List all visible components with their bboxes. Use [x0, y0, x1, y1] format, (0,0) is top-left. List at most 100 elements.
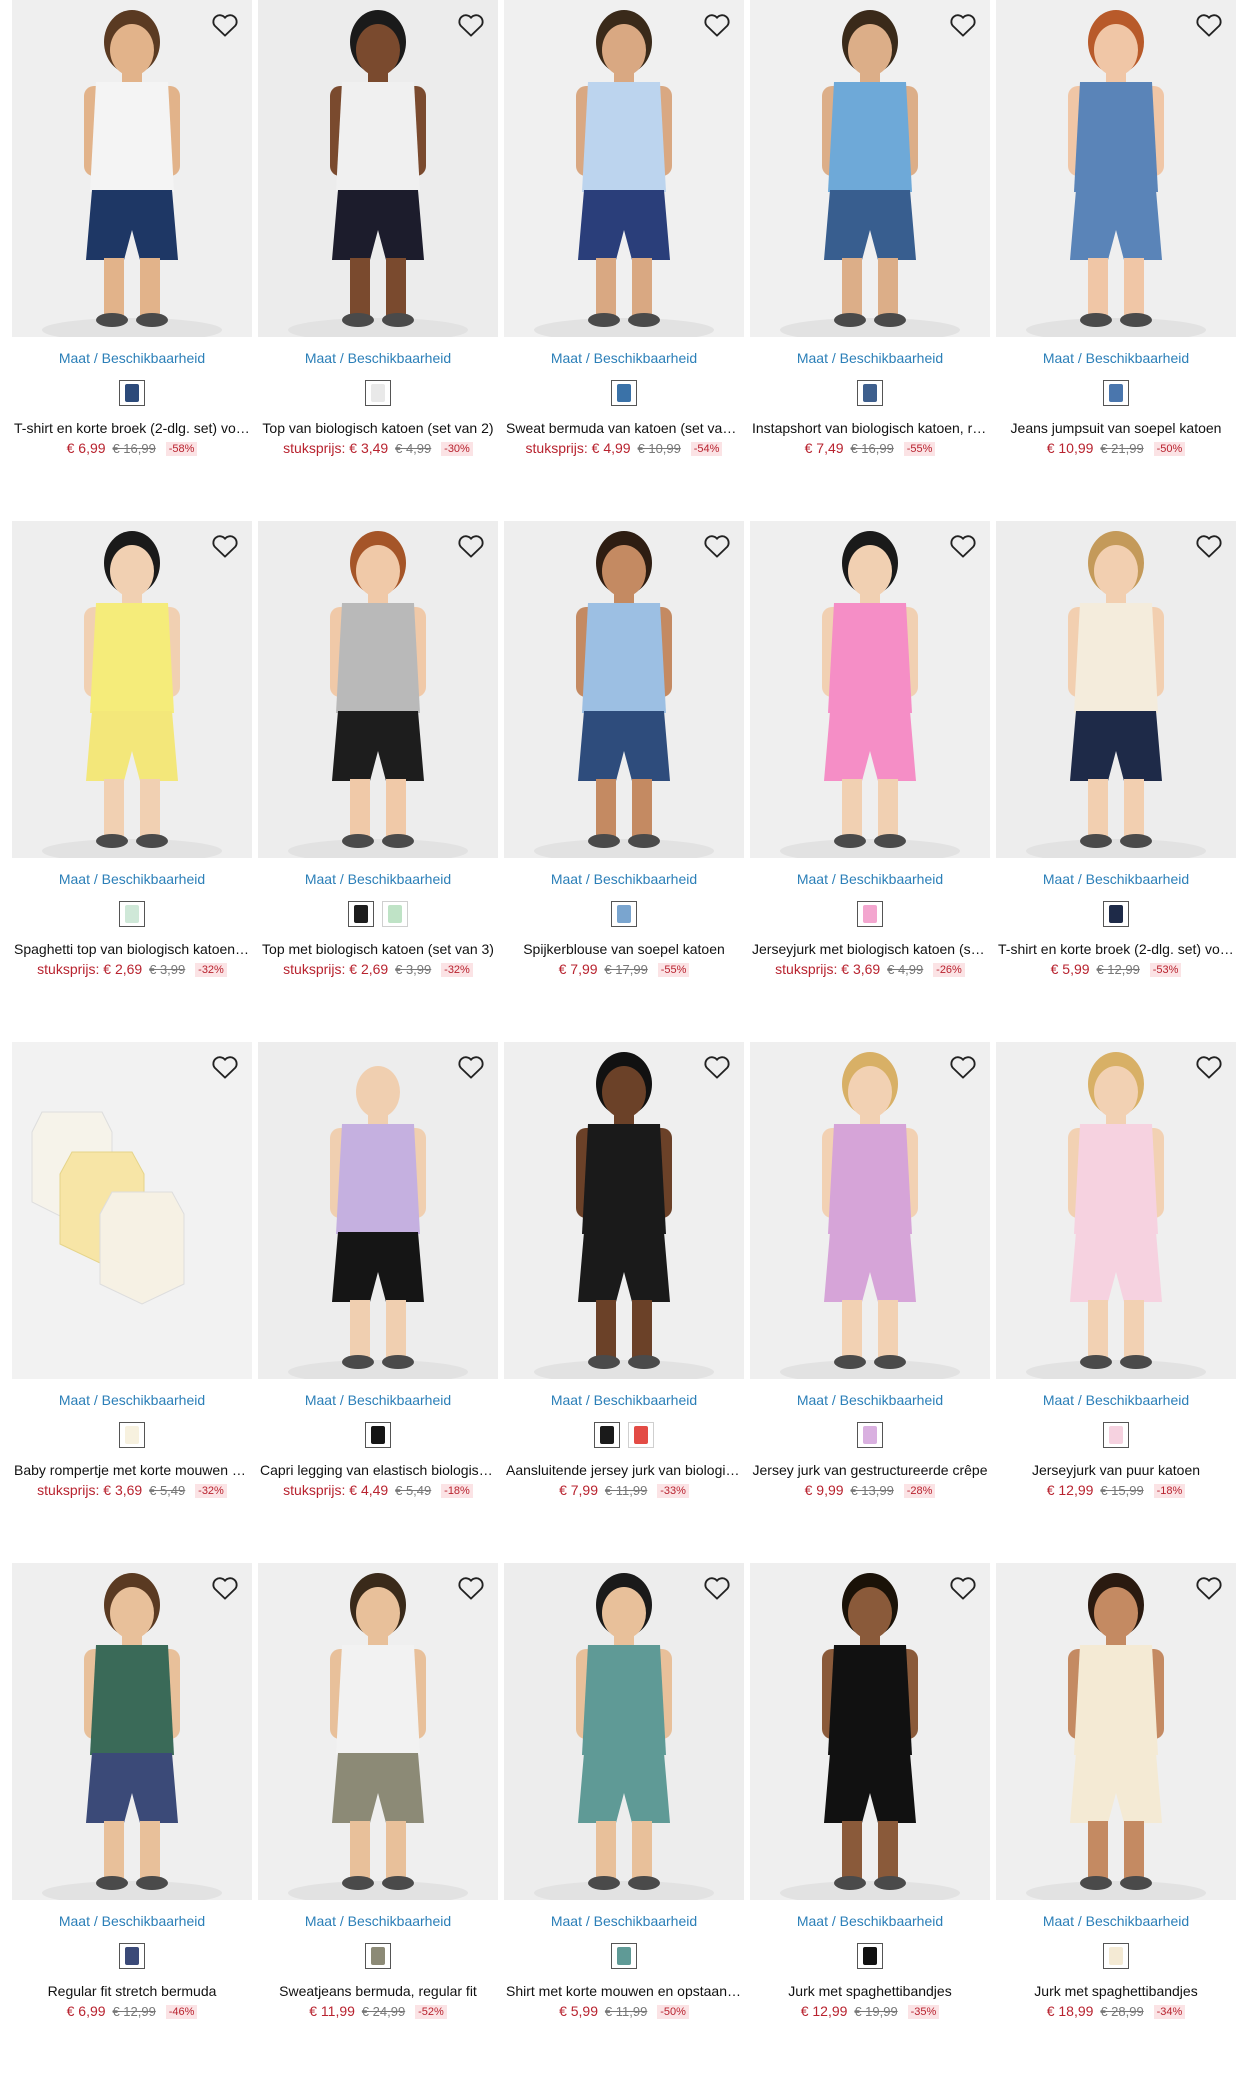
product-card[interactable]: Maat / Beschikbaarheid Shirt met korte m… — [504, 1563, 744, 2084]
product-title[interactable]: Jerseyjurk van puur katoen — [996, 1462, 1236, 1478]
size-availability-link[interactable]: Maat / Beschikbaarheid — [504, 1392, 744, 1408]
product-image[interactable] — [996, 0, 1236, 337]
size-availability-link[interactable]: Maat / Beschikbaarheid — [504, 350, 744, 366]
product-image[interactable] — [258, 521, 498, 858]
heart-icon[interactable] — [702, 10, 732, 40]
product-title[interactable]: Sweat bermuda van katoen (set van 2) — [504, 420, 744, 436]
product-card[interactable]: Maat / Beschikbaarheid Baby rompertje me… — [12, 1042, 252, 1563]
color-swatch[interactable] — [594, 1422, 620, 1448]
heart-icon[interactable] — [1194, 10, 1224, 40]
product-title[interactable]: Jersey jurk van gestructureerde crêpe — [750, 1462, 990, 1478]
size-availability-link[interactable]: Maat / Beschikbaarheid — [996, 1392, 1236, 1408]
color-swatch[interactable] — [611, 380, 637, 406]
product-title[interactable]: T-shirt en korte broek (2-dlg. set) voor… — [996, 941, 1236, 957]
color-swatch[interactable] — [611, 1943, 637, 1969]
heart-icon[interactable] — [702, 1573, 732, 1603]
product-title[interactable]: Sweatjeans bermuda, regular fit — [258, 1983, 498, 1999]
product-card[interactable]: Maat / Beschikbaarheid Regular fit stret… — [12, 1563, 252, 2084]
color-swatch[interactable] — [857, 901, 883, 927]
heart-icon[interactable] — [1194, 1573, 1224, 1603]
product-title[interactable]: Baby rompertje met korte mouwen (set van… — [12, 1462, 252, 1478]
product-title[interactable]: Top met biologisch katoen (set van 3) — [258, 941, 498, 957]
product-title[interactable]: Aansluitende jersey jurk van biologisch … — [504, 1462, 744, 1478]
product-image[interactable] — [504, 521, 744, 858]
color-swatch[interactable] — [628, 1422, 654, 1448]
product-card[interactable]: Maat / Beschikbaarheid Jurk met spaghett… — [750, 1563, 990, 2084]
heart-icon[interactable] — [948, 1052, 978, 1082]
product-card[interactable]: Maat / Beschikbaarheid Instapshort van b… — [750, 0, 990, 521]
color-swatch[interactable] — [857, 1422, 883, 1448]
product-card[interactable]: Maat / Beschikbaarheid T-shirt en korte … — [996, 521, 1236, 1042]
product-image[interactable] — [996, 1563, 1236, 1900]
product-title[interactable]: T-shirt en korte broek (2-dlg. set) voor… — [12, 420, 252, 436]
heart-icon[interactable] — [702, 1052, 732, 1082]
color-swatch[interactable] — [857, 1943, 883, 1969]
product-image[interactable] — [12, 0, 252, 337]
product-card[interactable]: Maat / Beschikbaarheid Jerseyjurk met bi… — [750, 521, 990, 1042]
size-availability-link[interactable]: Maat / Beschikbaarheid — [258, 1392, 498, 1408]
heart-icon[interactable] — [456, 531, 486, 561]
product-card[interactable]: Maat / Beschikbaarheid Jerseyjurk van pu… — [996, 1042, 1236, 1563]
product-card[interactable]: Maat / Beschikbaarheid Top met biologisc… — [258, 521, 498, 1042]
heart-icon[interactable] — [210, 1573, 240, 1603]
heart-icon[interactable] — [1194, 531, 1224, 561]
product-card[interactable]: Maat / Beschikbaarheid Jersey jurk van g… — [750, 1042, 990, 1563]
product-image[interactable] — [504, 1563, 744, 1900]
product-image[interactable] — [12, 521, 252, 858]
product-image[interactable] — [504, 0, 744, 337]
size-availability-link[interactable]: Maat / Beschikbaarheid — [504, 871, 744, 887]
size-availability-link[interactable]: Maat / Beschikbaarheid — [12, 871, 252, 887]
color-swatch[interactable] — [119, 1422, 145, 1448]
size-availability-link[interactable]: Maat / Beschikbaarheid — [750, 871, 990, 887]
product-title[interactable]: Jurk met spaghettibandjes — [996, 1983, 1236, 1999]
product-image[interactable] — [504, 1042, 744, 1379]
color-swatch[interactable] — [348, 901, 374, 927]
color-swatch[interactable] — [119, 380, 145, 406]
size-availability-link[interactable]: Maat / Beschikbaarheid — [750, 350, 990, 366]
color-swatch[interactable] — [1103, 1422, 1129, 1448]
heart-icon[interactable] — [456, 1573, 486, 1603]
product-image[interactable] — [12, 1042, 252, 1379]
color-swatch[interactable] — [1103, 901, 1129, 927]
product-image[interactable] — [258, 1563, 498, 1900]
product-image[interactable] — [258, 1042, 498, 1379]
color-swatch[interactable] — [1103, 1943, 1129, 1969]
product-title[interactable]: Spijkerblouse van soepel katoen — [504, 941, 744, 957]
product-image[interactable] — [996, 1042, 1236, 1379]
product-card[interactable]: Maat / Beschikbaarheid Capri legging van… — [258, 1042, 498, 1563]
product-title[interactable]: Regular fit stretch bermuda — [12, 1983, 252, 1999]
heart-icon[interactable] — [702, 531, 732, 561]
product-card[interactable]: Maat / Beschikbaarheid Sweatjeans bermud… — [258, 1563, 498, 2084]
size-availability-link[interactable]: Maat / Beschikbaarheid — [12, 1913, 252, 1929]
size-availability-link[interactable]: Maat / Beschikbaarheid — [258, 871, 498, 887]
product-image[interactable] — [750, 521, 990, 858]
size-availability-link[interactable]: Maat / Beschikbaarheid — [258, 350, 498, 366]
color-swatch[interactable] — [365, 1422, 391, 1448]
product-title[interactable]: Spaghetti top van biologisch katoen (set… — [12, 941, 252, 957]
product-image[interactable] — [258, 0, 498, 337]
product-card[interactable]: Maat / Beschikbaarheid T-shirt en korte … — [12, 0, 252, 521]
product-card[interactable]: Maat / Beschikbaarheid Spaghetti top van… — [12, 521, 252, 1042]
color-swatch[interactable] — [119, 901, 145, 927]
size-availability-link[interactable]: Maat / Beschikbaarheid — [12, 350, 252, 366]
product-image[interactable] — [750, 0, 990, 337]
size-availability-link[interactable]: Maat / Beschikbaarheid — [504, 1913, 744, 1929]
heart-icon[interactable] — [456, 1052, 486, 1082]
product-title[interactable]: Instapshort van biologisch katoen, regul… — [750, 420, 990, 436]
product-title[interactable]: Jeans jumpsuit van soepel katoen — [996, 420, 1236, 436]
product-title[interactable]: Jurk met spaghettibandjes — [750, 1983, 990, 1999]
size-availability-link[interactable]: Maat / Beschikbaarheid — [996, 350, 1236, 366]
color-swatch[interactable] — [119, 1943, 145, 1969]
product-card[interactable]: Maat / Beschikbaarheid Jurk met spaghett… — [996, 1563, 1236, 2084]
product-card[interactable]: Maat / Beschikbaarheid Jeans jumpsuit va… — [996, 0, 1236, 521]
product-title[interactable]: Capri legging van elastisch biologisch k… — [258, 1462, 498, 1478]
heart-icon[interactable] — [948, 1573, 978, 1603]
product-card[interactable]: Maat / Beschikbaarheid Sweat bermuda van… — [504, 0, 744, 521]
product-image[interactable] — [996, 521, 1236, 858]
product-card[interactable]: Maat / Beschikbaarheid Aansluitende jers… — [504, 1042, 744, 1563]
product-title[interactable]: Top van biologisch katoen (set van 2) — [258, 420, 498, 436]
color-swatch[interactable] — [382, 901, 408, 927]
size-availability-link[interactable]: Maat / Beschikbaarheid — [750, 1913, 990, 1929]
color-swatch[interactable] — [1103, 380, 1129, 406]
heart-icon[interactable] — [1194, 1052, 1224, 1082]
